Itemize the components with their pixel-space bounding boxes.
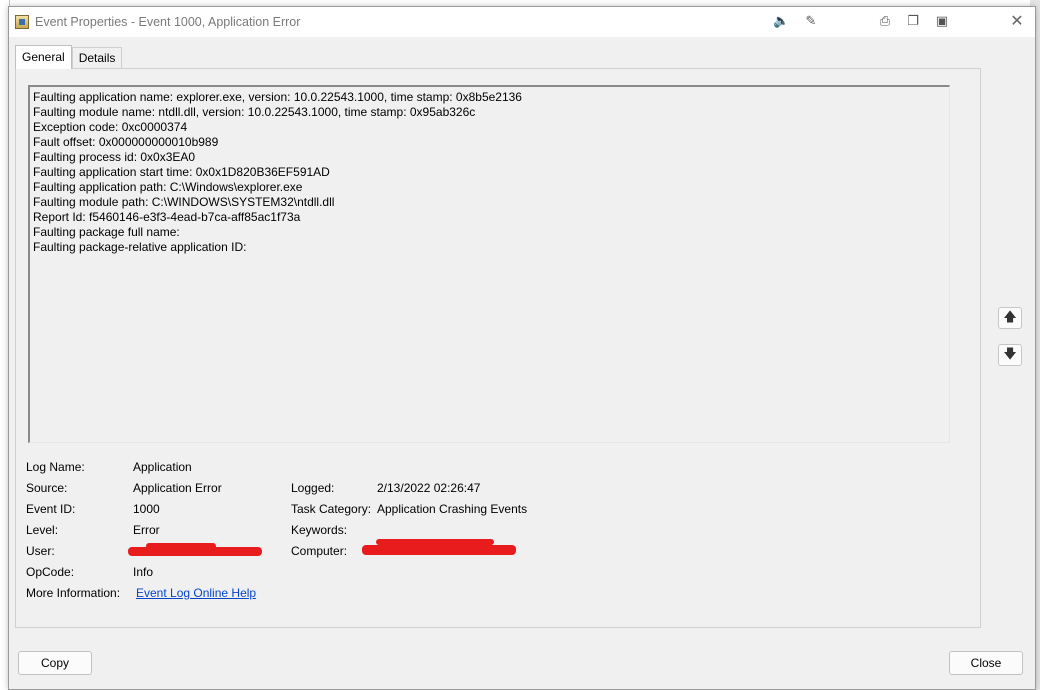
opcode-value: Info bbox=[133, 565, 154, 579]
task-category-value: Application Crashing Events bbox=[377, 502, 528, 516]
pin-icon[interactable]: ✎ bbox=[803, 14, 819, 30]
copy-button[interactable]: Copy bbox=[18, 651, 92, 675]
log-name-label: Log Name: bbox=[26, 460, 85, 474]
description-line: Faulting module path: C:\WINDOWS\SYSTEM3… bbox=[33, 195, 335, 209]
description-line: Faulting package full name: bbox=[33, 225, 180, 239]
computer-redaction-stroke bbox=[376, 539, 494, 545]
tab-general[interactable]: General bbox=[15, 45, 72, 69]
toolbar-icons-left: 🔈 bbox=[773, 13, 789, 31]
source-value: Application Error bbox=[133, 481, 222, 495]
general-tab-panel: Faulting application name: explorer.exe,… bbox=[15, 68, 981, 628]
user-redaction-stroke bbox=[146, 543, 216, 549]
keywords-label: Keywords: bbox=[291, 523, 348, 537]
logged-label: Logged: bbox=[291, 481, 335, 495]
toolbar-copy: ❐ bbox=[905, 13, 921, 31]
more-info-label: More Information: bbox=[26, 586, 121, 600]
description-line: Faulting application name: explorer.exe,… bbox=[33, 90, 522, 104]
speaker-icon[interactable]: 🔈 bbox=[773, 14, 789, 30]
toolbar-pin: ✎ bbox=[803, 13, 819, 31]
task-category-label: Task Category: bbox=[291, 502, 372, 516]
toolbar-window: ▣ bbox=[934, 13, 950, 31]
log-name-value: Application bbox=[133, 460, 192, 474]
title-bar[interactable]: Event Properties - Event 1000, Applicati… bbox=[9, 7, 1035, 37]
level-value: Error bbox=[133, 523, 160, 537]
description-line: Report Id: f5460146-e3f3-4ead-b7ca-aff85… bbox=[33, 210, 301, 224]
description-line: Faulting application start time: 0x0x1D8… bbox=[33, 165, 330, 179]
printer-icon[interactable]: ⎙ bbox=[877, 14, 893, 30]
event-id-value: 1000 bbox=[133, 502, 160, 516]
event-id-label: Event ID: bbox=[26, 502, 76, 516]
copy-icon[interactable]: ❐ bbox=[905, 14, 921, 30]
description-line: Faulting process id: 0x0x3EA0 bbox=[33, 150, 196, 164]
opcode-label: OpCode: bbox=[26, 565, 75, 579]
source-label: Source: bbox=[26, 481, 68, 495]
description-line: Exception code: 0xc0000374 bbox=[33, 120, 188, 134]
previous-event-button[interactable]: 🡅 bbox=[998, 307, 1022, 329]
close-button[interactable]: Close bbox=[949, 651, 1023, 675]
description-line: Faulting module name: ntdll.dll, version… bbox=[33, 105, 476, 119]
user-label: User: bbox=[26, 544, 55, 558]
tab-strip: General Details bbox=[15, 45, 123, 69]
computer-redaction bbox=[362, 545, 516, 555]
event-description-box[interactable]: Faulting application name: explorer.exe,… bbox=[28, 85, 950, 443]
description-line: Faulting package-relative application ID… bbox=[33, 240, 247, 254]
close-icon[interactable]: ✕ bbox=[1007, 11, 1027, 31]
tab-details[interactable]: Details bbox=[71, 47, 123, 69]
event-viewer-icon bbox=[15, 15, 29, 29]
event-properties-dialog: Event Properties - Event 1000, Applicati… bbox=[8, 6, 1036, 690]
computer-label: Computer: bbox=[291, 544, 348, 558]
toolbar-printer: ⎙ bbox=[877, 13, 893, 31]
level-label: Level: bbox=[26, 523, 59, 537]
window-title: Event Properties - Event 1000, Applicati… bbox=[35, 15, 301, 29]
description-line: Fault offset: 0x000000000010b989 bbox=[33, 135, 219, 149]
logged-value: 2/13/2022 02:26:47 bbox=[377, 481, 481, 495]
event-log-help-link[interactable]: Event Log Online Help bbox=[136, 586, 256, 600]
next-event-button[interactable]: 🡇 bbox=[998, 344, 1022, 366]
window-icon[interactable]: ▣ bbox=[934, 14, 950, 30]
description-line: Faulting application path: C:\Windows\ex… bbox=[33, 180, 303, 194]
